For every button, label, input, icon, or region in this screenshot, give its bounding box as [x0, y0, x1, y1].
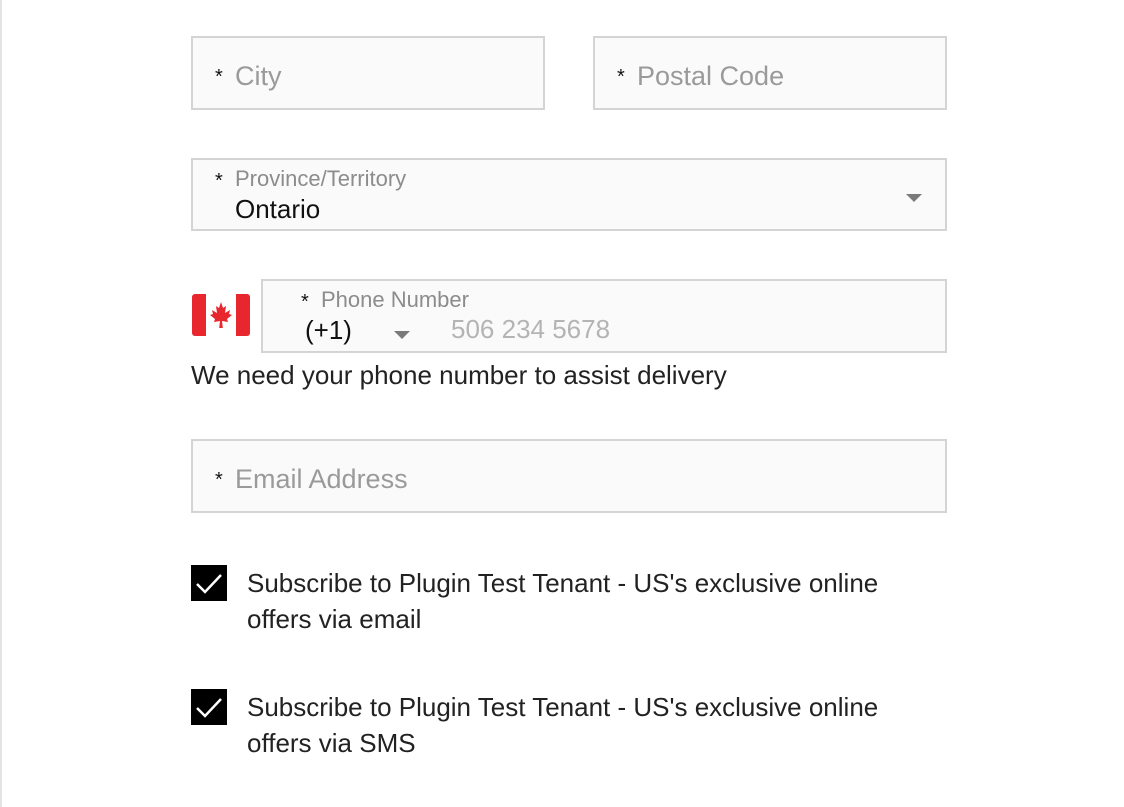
country-code-chevron-icon[interactable] [394, 331, 410, 339]
city-field[interactable]: * City [191, 36, 545, 110]
subscribe-sms-label[interactable]: Subscribe to Plugin Test Tenant - US's e… [247, 689, 947, 761]
province-required-mark: * [215, 170, 223, 192]
email-placeholder: Email Address [235, 464, 408, 494]
province-label: Province/Territory [235, 166, 407, 191]
chevron-down-icon [906, 194, 922, 202]
phone-helper-text: We need your phone number to assist deli… [191, 360, 727, 390]
subscribe-email-checkbox[interactable] [191, 565, 227, 601]
phone-required-mark: * [301, 291, 309, 313]
subscribe-email-label[interactable]: Subscribe to Plugin Test Tenant - US's e… [247, 565, 947, 637]
email-field[interactable]: * Email Address [191, 439, 947, 513]
postal-code-field[interactable]: * Postal Code [593, 36, 947, 110]
city-placeholder: City [235, 61, 282, 91]
postal-code-placeholder: Postal Code [637, 61, 785, 91]
province-select[interactable]: * Province/Territory Ontario [191, 158, 947, 231]
country-code-select[interactable]: (+1) [305, 315, 352, 346]
checkmark-icon [196, 574, 222, 594]
city-required-mark: * [215, 66, 223, 88]
canada-flag-icon [192, 294, 250, 336]
checkmark-icon [196, 698, 222, 718]
subscribe-sms-checkbox[interactable] [191, 689, 227, 725]
province-value: Ontario [235, 194, 321, 224]
phone-label: Phone Number [321, 287, 469, 312]
postal-code-required-mark: * [617, 66, 625, 88]
phone-number-field[interactable]: * Phone Number (+1) 506 234 5678 [261, 279, 947, 353]
email-required-mark: * [215, 469, 223, 491]
phone-placeholder: 506 234 5678 [451, 314, 611, 344]
checkout-form-page: * City * Postal Code * Province/Territor… [0, 0, 1124, 807]
